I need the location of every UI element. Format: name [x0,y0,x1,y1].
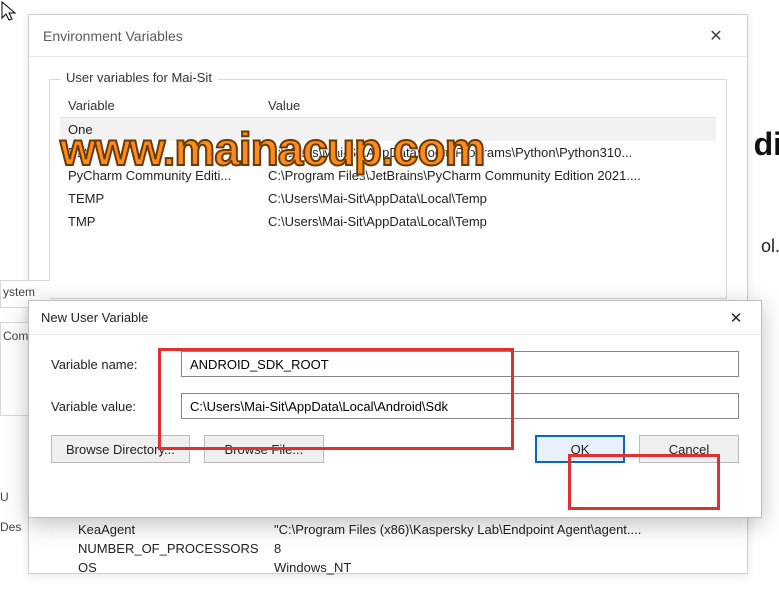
new-user-variable-dialog: New User Variable ✕ Variable name: Varia… [28,300,762,518]
close-icon[interactable]: ✕ [699,26,733,46]
table-row[interactable]: NUMBER_OF_PROCESSORS 8 [70,539,710,558]
close-icon[interactable]: ✕ [721,309,751,327]
cropped-text-ol: ol. [761,236,779,257]
col-variable[interactable]: Variable [60,94,260,118]
variable-name-label: Variable name: [51,357,181,372]
ok-button[interactable]: OK [535,435,625,463]
cropped-fragment-des: Des [0,520,30,542]
new-variable-title: New User Variable [41,310,148,325]
cropped-fragment-com: Com [0,322,30,416]
variable-value-input[interactable] [181,393,739,419]
env-dialog-titlebar: Environment Variables ✕ [29,15,747,57]
new-variable-titlebar: New User Variable ✕ [29,301,761,335]
variable-value-label: Variable value: [51,399,181,414]
table-row[interactable]: TMP C:\Users\Mai-Sit\AppData\Local\Temp [60,210,716,233]
cropped-fragment-u: U [0,490,18,512]
browse-file-button[interactable]: Browse File... [204,435,324,463]
cancel-button[interactable]: Cancel [639,435,739,463]
table-row[interactable]: OS Windows_NT [70,558,710,577]
cropped-text-di: di [754,126,779,163]
user-variables-group-label: User variables for Mai-Sit [60,70,218,85]
col-value[interactable]: Value [260,94,716,118]
system-variables-partial: KeaAgent "C:\Program Files (x86)\Kaspers… [70,520,710,577]
table-row[interactable]: TEMP C:\Users\Mai-Sit\AppData\Local\Temp [60,187,716,210]
browse-directory-button[interactable]: Browse Directory... [51,435,190,463]
user-variables-group: User variables for Mai-Sit Variable Valu… [49,79,727,299]
variable-name-input[interactable] [181,351,739,377]
watermark-text: www.mainacup.com [60,122,485,176]
env-dialog-title: Environment Variables [43,28,183,44]
table-row[interactable]: KeaAgent "C:\Program Files (x86)\Kaspers… [70,520,710,539]
cursor-icon [0,0,18,22]
